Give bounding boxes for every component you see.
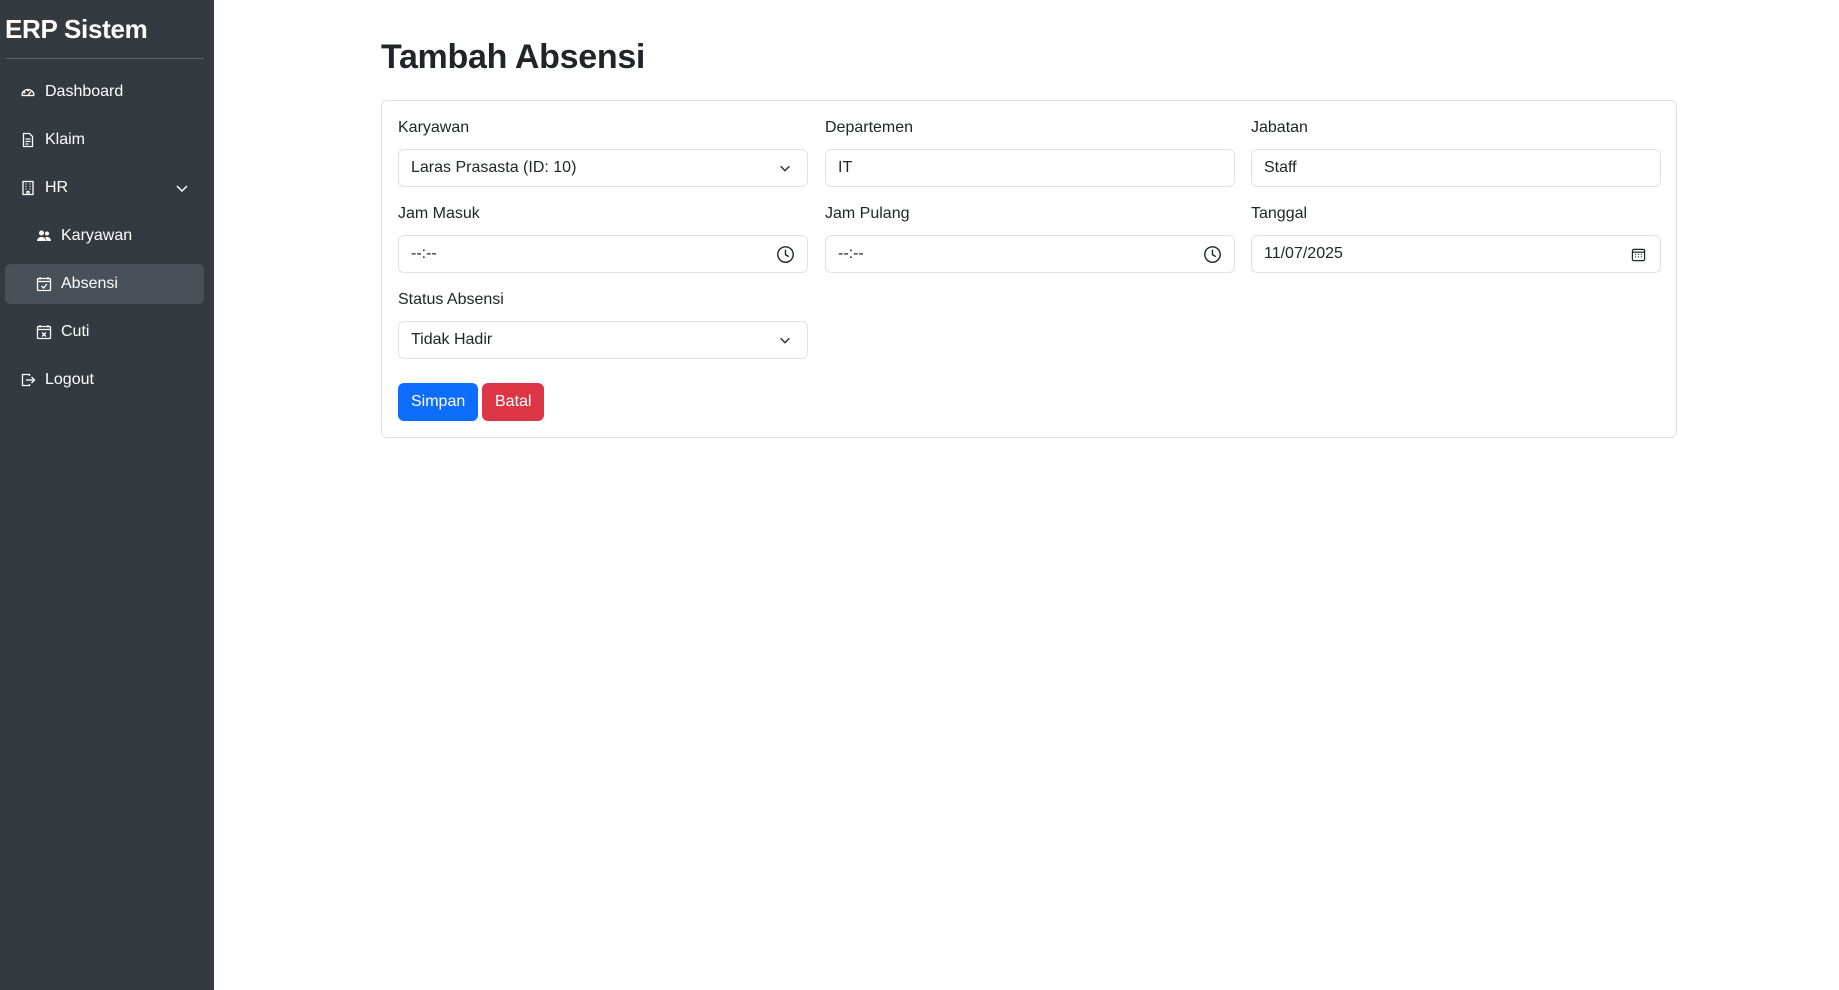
jabatan-label: Jabatan [1251, 119, 1308, 136]
sidebar-item-absensi[interactable]: Absensi [5, 264, 204, 304]
jabatan-input[interactable]: Staff [1251, 149, 1661, 187]
page-title: Tambah Absensi [381, 38, 646, 76]
people-icon [35, 227, 53, 245]
jam-masuk-field: Jam Masuk --:-- [398, 205, 808, 273]
calendar-x-icon [35, 323, 53, 341]
sidebar-item-hr[interactable]: HR [5, 168, 204, 208]
status-absensi-select-value: Tidak Hadir [411, 331, 493, 348]
save-button[interactable]: Simpan [398, 383, 479, 421]
departemen-label: Departemen [825, 119, 914, 136]
sidebar-item-label: Cuti [61, 323, 90, 340]
clock-icon[interactable] [1202, 244, 1222, 264]
chevron-down-icon [775, 330, 795, 350]
jam-pulang-input-value: --:-- [838, 245, 864, 262]
sidebar-item-klaim[interactable]: Klaim [5, 120, 204, 160]
departemen-field: Departemen IT [825, 119, 1235, 187]
sidebar-item-karyawan[interactable]: Karyawan [5, 216, 204, 256]
absensi-form-card: Karyawan Laras Prasasta (ID: 10) Departe… [381, 100, 1677, 438]
tanggal-input-value: 11/07/2025 [1264, 245, 1343, 262]
status-absensi-field: Status Absensi Tidak Hadir [398, 291, 808, 359]
brand-title: ERP Sistem [5, 0, 204, 59]
document-icon [19, 131, 37, 149]
sidebar-item-dashboard[interactable]: Dashboard [5, 72, 204, 112]
jabatan-input-value: Staff [1264, 159, 1297, 176]
departemen-input-value: IT [838, 159, 853, 176]
jam-pulang-label: Jam Pulang [825, 205, 910, 222]
sidebar-item-label: Dashboard [45, 83, 124, 100]
calendar-check-icon [35, 275, 53, 293]
sidebar-item-label: HR [45, 179, 69, 196]
jam-masuk-label: Jam Masuk [398, 205, 480, 222]
main-content: Tambah Absensi Karyawan Laras Prasasta (… [214, 0, 1839, 990]
departemen-input[interactable]: IT [825, 149, 1235, 187]
speedometer-icon [19, 83, 37, 101]
app: ERP Sistem Dashboard Klaim HR Karyawan A… [0, 0, 1839, 990]
jam-pulang-input[interactable]: --:-- [825, 235, 1235, 273]
tanggal-label: Tanggal [1251, 205, 1308, 222]
tanggal-field: Tanggal 11/07/2025 [1251, 205, 1661, 273]
karyawan-select-value: Laras Prasasta (ID: 10) [411, 159, 577, 176]
sidebar-item-label: Logout [45, 371, 94, 388]
jabatan-field: Jabatan Staff [1251, 119, 1661, 187]
jam-masuk-input-value: --:-- [411, 245, 437, 262]
building-icon [19, 179, 37, 197]
sidebar-item-cuti[interactable]: Cuti [5, 312, 204, 352]
sidebar: ERP Sistem Dashboard Klaim HR Karyawan A… [0, 0, 214, 990]
status-absensi-label: Status Absensi [398, 291, 504, 308]
jam-masuk-input[interactable]: --:-- [398, 235, 808, 273]
tanggal-input[interactable]: 11/07/2025 [1251, 235, 1661, 273]
chevron-down-icon [775, 158, 795, 178]
chevron-down-icon[interactable] [174, 180, 190, 196]
calendar-icon[interactable] [1628, 244, 1648, 264]
jam-pulang-field: Jam Pulang --:-- [825, 205, 1235, 273]
sidebar-item-label: Absensi [61, 275, 118, 292]
status-absensi-select[interactable]: Tidak Hadir [398, 321, 808, 359]
logout-icon [19, 371, 37, 389]
clock-icon[interactable] [775, 244, 795, 264]
sidebar-item-label: Karyawan [61, 227, 133, 244]
sidebar-item-logout[interactable]: Logout [5, 360, 204, 400]
karyawan-field: Karyawan Laras Prasasta (ID: 10) [398, 119, 808, 187]
cancel-button[interactable]: Batal [482, 383, 545, 421]
karyawan-select[interactable]: Laras Prasasta (ID: 10) [398, 149, 808, 187]
karyawan-label: Karyawan [398, 119, 470, 136]
sidebar-item-label: Klaim [45, 131, 86, 148]
